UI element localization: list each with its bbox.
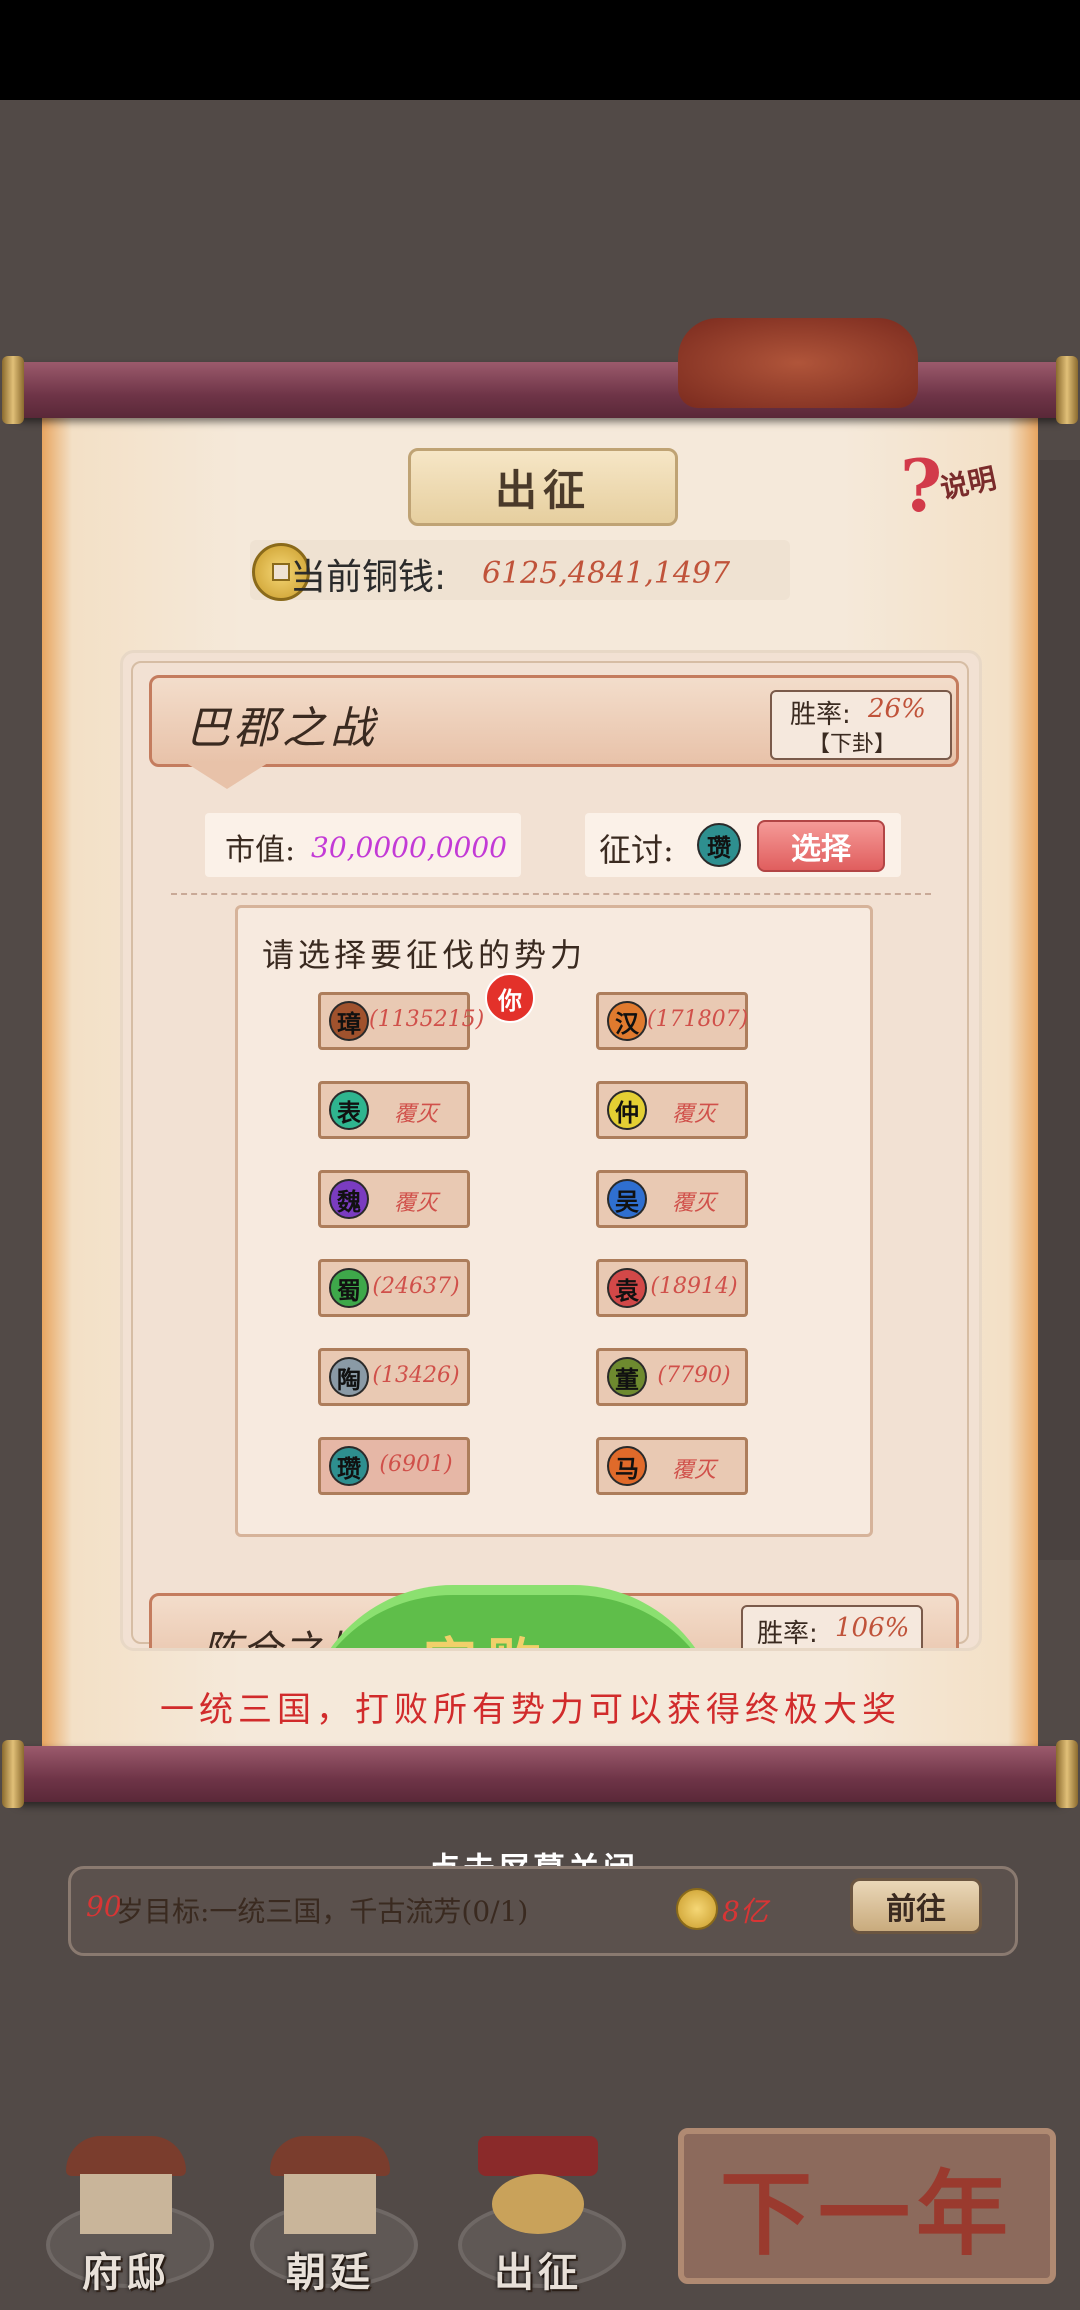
faction-emblem-icon: 魏 [329,1179,369,1219]
faction-value: (24637) [372,1274,460,1299]
winrate-value: 26% [868,694,926,724]
coin-icon [676,1888,718,1930]
faction-emblem-icon: 仲 [607,1090,647,1130]
faction-value: 覆灭 [671,1102,716,1127]
goal-reward: 8亿 [722,1895,768,1928]
next-year-button[interactable]: 下一年 [678,2128,1056,2284]
faction-value: (13426) [372,1363,460,1388]
faction-button-8[interactable]: 陶 (13426) [318,1348,470,1406]
faction-emblem-icon: 汉 [607,1001,647,1041]
goal-text: 岁目标:一统三国，千古流芳(0/1) [116,1895,529,1928]
court-icon [270,2136,390,2176]
slogan: 一统三国，打败所有势力可以获得终极大奖 [160,1690,901,1730]
choose-button[interactable]: 选择 [757,820,885,872]
faction-emblem-icon: 璋 [329,1001,369,1041]
you-badge: 你 [485,973,535,1023]
faction-select-title: 请选择要征伐的势力 [262,936,587,974]
winrate-box-next: 胜率: 106% [741,1605,923,1649]
faction-emblem-icon: 马 [607,1446,647,1486]
winrate-box: 胜率: 26% 【下卦】 [770,690,952,760]
status-bar [0,0,1080,100]
faction-emblem-icon: 表 [329,1090,369,1130]
faction-emblem-icon: 袁 [607,1268,647,1308]
mansion-wall [80,2174,172,2234]
faction-button-2[interactable]: 表覆灭 [318,1081,470,1139]
scroll-bottom-rod [2,1740,1078,1808]
faction-button-4[interactable]: 魏覆灭 [318,1170,470,1228]
faction-value: (7790) [657,1363,731,1388]
faction-button-9[interactable]: 董 (7790) [596,1348,748,1406]
faction-value: 覆灭 [671,1458,716,1483]
war-flag-icon [478,2136,598,2176]
faction-value: (1135215) [369,1007,485,1032]
nav-mansion-button[interactable]: 府邸 [36,2112,216,2296]
faction-emblem-icon: 蜀 [329,1268,369,1308]
winrate-tag: 【下卦】 [808,732,897,757]
panel-title: 出征 [408,448,678,526]
conquer-faction-icon: 瓒 [697,823,741,867]
nav-expedition-button[interactable]: 出征 [448,2112,628,2296]
conquer-label: 征讨: [599,831,674,869]
faction-button-5[interactable]: 吴覆灭 [596,1170,748,1228]
coin-label: 当前铜钱: [290,557,447,598]
faction-value: 覆灭 [393,1102,438,1127]
war-horn-icon [492,2174,584,2234]
faction-button-10[interactable]: 瓒 (6901) [318,1437,470,1495]
nav-court-label: 朝廷 [286,2249,374,2296]
result-text: 完败 [423,1619,551,1648]
nav-expedition-label: 出征 [494,2249,582,2296]
faction-select-panel: 请选择要征伐的势力 璋 (1135215) 汉 (171807) 表覆灭仲覆灭魏覆灭吴覆… [235,905,873,1537]
faction-button-11[interactable]: 马覆灭 [596,1437,748,1495]
expand-arrow-icon [183,761,271,789]
faction-value: (18914) [650,1274,738,1299]
faction-value: (171807) [647,1007,749,1032]
faction-emblem-icon: 吴 [607,1179,647,1219]
market-value: 30,0000,0000 [311,831,507,864]
faction-value: 覆灭 [671,1191,716,1216]
mansion-icon [66,2136,186,2176]
faction-button-3[interactable]: 仲覆灭 [596,1081,748,1139]
faction-button-1[interactable]: 汉 (171807) [596,992,748,1050]
faction-emblem-icon: 董 [607,1357,647,1397]
faction-value: 覆灭 [393,1191,438,1216]
battle-list[interactable]: 巴郡之战 胜率: 26% 【下卦】 市值: 30,0000,0000 征讨: 瓒… [120,650,982,1651]
tassel-knot-icon [678,318,918,408]
faction-button-6[interactable]: 蜀 (24637) [318,1259,470,1317]
nav-mansion-label: 府邸 [82,2249,170,2296]
battle-header[interactable]: 巴郡之战 胜率: 26% 【下卦】 [149,675,959,767]
winrate-value-next: 106% [835,1613,910,1643]
coin-value: 6125,4841,1497 [482,556,731,591]
battle-name: 巴郡之战 [186,703,378,754]
side-menu-strip [1038,460,1080,1560]
faction-value: (6901) [379,1452,453,1477]
faction-emblem-icon: 瓒 [329,1446,369,1486]
faction-emblem-icon: 陶 [329,1357,369,1397]
goto-button[interactable]: 前往 [850,1878,982,1934]
market-value-label: 市值: [225,833,296,868]
faction-button-0[interactable]: 璋 (1135215) [318,992,485,1050]
nav-court-button[interactable]: 朝廷 [240,2112,420,2296]
divider [171,893,931,895]
court-wall [284,2174,376,2234]
winrate-label-next: 胜率: [757,1619,818,1649]
faction-button-7[interactable]: 袁 (18914) [596,1259,748,1317]
